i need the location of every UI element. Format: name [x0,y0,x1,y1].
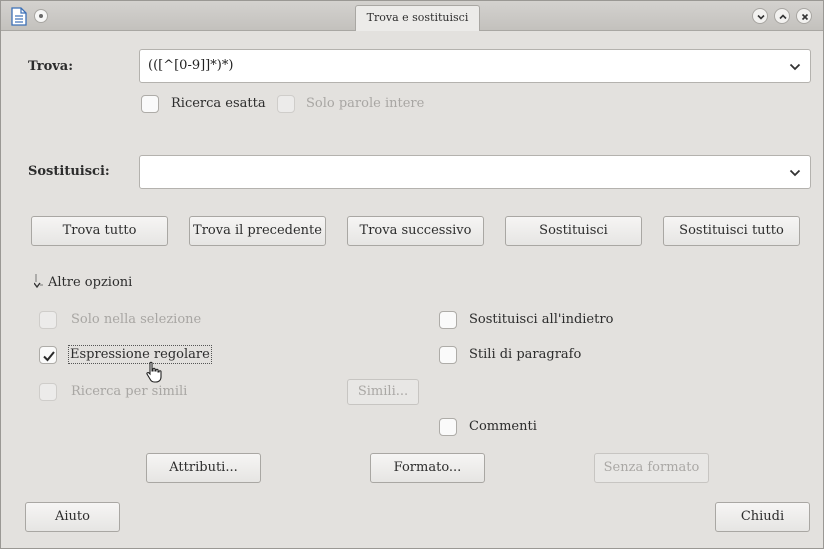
minimize-icon[interactable] [752,8,768,24]
paragraph-styles-checkbox[interactable] [439,346,457,364]
attributes-button[interactable]: Attributi... [146,453,261,483]
comments-checkbox[interactable] [439,418,457,436]
match-case-checkbox[interactable] [141,95,159,113]
chevron-down-icon[interactable] [789,62,801,72]
regex-label: Espressione regolare [68,345,212,364]
current-selection-checkbox[interactable] [39,311,57,329]
document-icon[interactable] [11,7,27,26]
find-next-button[interactable]: Trova successivo [347,216,484,246]
chevron-down-icon[interactable] [789,168,801,178]
window-title: Trova e sostituisci [355,5,480,31]
replace-combo[interactable] [139,155,811,189]
replace-button[interactable]: Sostituisci [505,216,642,246]
pin-icon[interactable] [34,9,48,23]
find-all-button[interactable]: Trova tutto [31,216,168,246]
check-icon [43,351,55,362]
replace-all-button[interactable]: Sostituisci tutto [663,216,800,246]
whole-words-checkbox[interactable] [277,95,295,113]
find-previous-button[interactable]: Trova il precedente [189,216,326,246]
help-button[interactable]: Aiuto [25,502,120,532]
find-replace-dialog: Trova e sostituisci Trova: (([^[0-9]]*)*… [0,0,824,549]
whole-words-label: Solo parole intere [306,96,425,111]
find-label: Trova: [28,59,74,74]
paragraph-styles-label: Stili di paragrafo [469,347,582,362]
more-options-label[interactable]: Altre opzioni [48,275,132,290]
close-icon[interactable] [796,8,812,24]
find-combo[interactable]: (([^[0-9]]*)*) [139,49,811,83]
no-format-button[interactable]: Senza formato [594,453,709,483]
title-bar: Trova e sostituisci [1,1,823,31]
hand-pointer-icon [146,361,162,383]
similarity-label: Ricerca per simili [71,384,188,399]
find-input[interactable]: (([^[0-9]]*)*) [148,58,233,73]
close-button[interactable]: Chiudi [715,502,810,532]
current-selection-label: Solo nella selezione [71,312,202,327]
comments-label: Commenti [469,419,537,434]
replace-label: Sostituisci: [28,164,110,179]
replace-backwards-label: Sostituisci all'indietro [469,312,614,327]
match-case-label: Ricerca esatta [171,96,266,111]
expander-arrow-icon[interactable] [34,274,44,292]
similarity-checkbox[interactable] [39,383,57,401]
maximize-icon[interactable] [774,8,790,24]
regex-checkbox[interactable] [39,346,57,364]
similarity-button[interactable]: Simili... [347,379,419,405]
replace-backwards-checkbox[interactable] [439,311,457,329]
format-button[interactable]: Formato... [370,453,485,483]
